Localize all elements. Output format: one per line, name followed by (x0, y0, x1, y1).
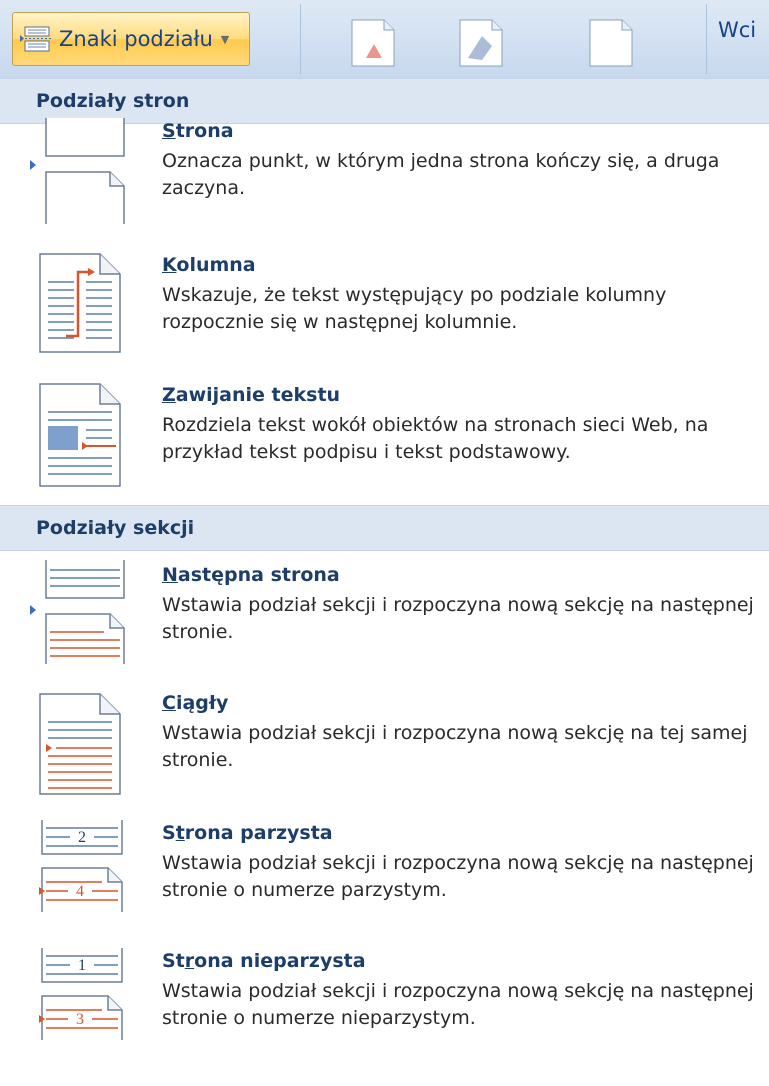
item-title-even-page: Strona parzysta (162, 822, 333, 844)
item-description: Wstawia podział sekcji i rozpoczyna nową… (162, 594, 754, 643)
page-break-icon (45, 118, 125, 224)
ribbon-toolbar: Znaki podziału ▼ Wci (0, 0, 769, 79)
odd-top-number: 1 (78, 957, 86, 974)
item-description: Wstawia podział sekcji i rozpoczyna nową… (162, 722, 748, 771)
column-break-icon (39, 253, 121, 353)
item-description: Wstawia podział sekcji i rozpoczyna nową… (162, 980, 754, 1029)
item-title-next-page: Następna strona (162, 564, 340, 586)
ribbon-separator (706, 4, 707, 74)
odd-page-icon: 1 3 (39, 948, 123, 1040)
item-title-page: Strona (162, 120, 234, 142)
item-description: Oznacza punkt, w którym jedna strona koń… (162, 150, 720, 199)
breaks-dropdown-label: Znaki podziału (59, 27, 213, 51)
section-header-section-breaks: Podziały sekcji (0, 505, 769, 551)
even-page-icon: 2 4 (39, 820, 123, 912)
item-title-odd-page: Strona nieparzysta (162, 950, 366, 972)
menu-item-page-break[interactable]: Strona Oznacza punkt, w którym jedna str… (0, 116, 769, 256)
ribbon-indent-label: Wci (718, 18, 757, 42)
item-description: Wstawia podział sekcji i rozpoczyna nową… (162, 852, 754, 901)
continuous-icon (39, 693, 121, 795)
menu-item-next-page[interactable]: Następna strona Wstawia podział sekcji i… (0, 560, 769, 700)
menu-item-odd-page[interactable]: 1 3 Strona nieparzysta Wstawia podział s… (0, 946, 769, 1086)
chevron-down-icon: ▼ (220, 32, 230, 46)
ribbon-separator (300, 4, 301, 74)
even-top-number: 2 (78, 829, 86, 846)
page-setup-icon[interactable] (344, 18, 400, 68)
selection-arrow-icon (30, 160, 36, 170)
next-page-icon (45, 560, 125, 664)
page-color-icon[interactable] (582, 18, 638, 68)
odd-bottom-number: 3 (76, 1011, 84, 1028)
item-description: Wskazuje, że tekst występujący po podzia… (162, 284, 667, 333)
menu-item-text-wrapping[interactable]: Zawijanie tekstu Rozdziela tekst wokół o… (0, 380, 769, 520)
menu-item-continuous[interactable]: Ciągły Wstawia podział sekcji i rozpoczy… (0, 688, 769, 828)
item-title-column: Kolumna (162, 254, 256, 276)
selection-arrow-icon (30, 605, 36, 615)
even-bottom-number: 4 (76, 883, 84, 900)
watermark-icon[interactable] (452, 18, 508, 68)
breaks-dropdown-button[interactable]: Znaki podziału ▼ (12, 12, 250, 66)
item-title-text-wrapping: Zawijanie tekstu (162, 384, 341, 406)
item-description: Rozdziela tekst wokół obiektów na strona… (162, 414, 709, 463)
menu-item-column-break[interactable]: Kolumna Wskazuje, że tekst występujący p… (0, 250, 769, 390)
breaks-icon (20, 26, 51, 52)
item-title-continuous: Ciągły (162, 692, 229, 714)
menu-item-even-page[interactable]: 2 4 Strona parzysta Wstawia podział sekc… (0, 818, 769, 958)
text-wrapping-icon (39, 383, 121, 487)
